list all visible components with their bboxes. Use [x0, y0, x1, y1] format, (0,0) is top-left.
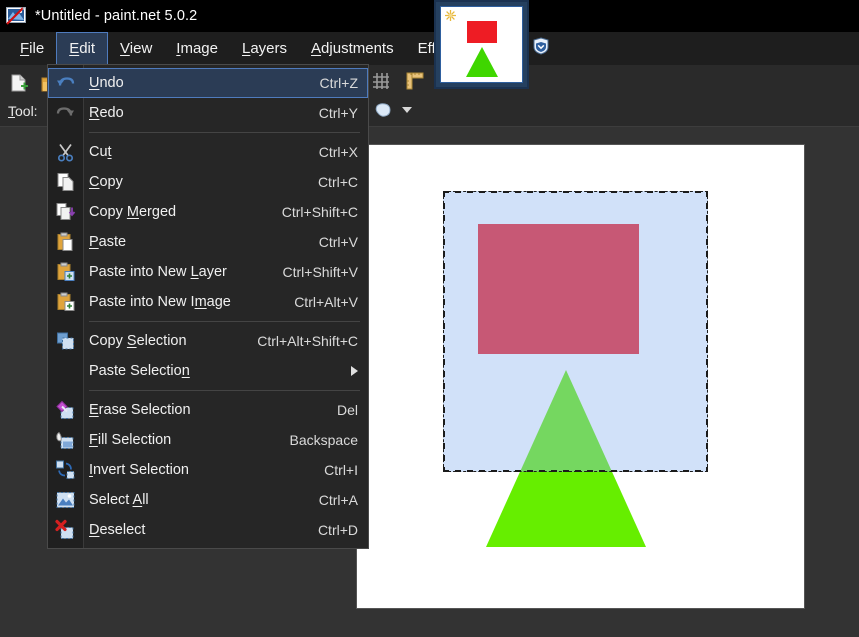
menu-item-fill-selection-label: Fill Selection [89, 432, 172, 448]
window-title: *Untitled - paint.net 5.0.2 [35, 8, 198, 24]
menubar-item-layers[interactable]: Layers [230, 32, 299, 65]
menu-item-erase-selection[interactable]: Erase Selection Del [48, 395, 368, 425]
menu-item-copy-selection-label: Copy Selection [89, 333, 187, 349]
edit-dropdown-menu[interactable]: Undo Ctrl+Z Redo Ctrl+Y Cut Ctrl+X Copy … [47, 64, 369, 549]
menu-item-cut[interactable]: Cut Ctrl+X [48, 137, 368, 167]
redo-icon [55, 103, 76, 124]
copy-icon [55, 172, 76, 193]
menu-item-copy-merged-label: Copy Merged [89, 204, 177, 220]
menu-item-paste-label: Paste [89, 234, 127, 250]
menu-item-redo-shortcut: Ctrl+Y [318, 105, 358, 121]
menu-item-erase-selection-label: Erase Selection [89, 402, 191, 418]
menubar-item-image[interactable]: Image [164, 32, 230, 65]
menu-item-paste-into-new-image[interactable]: Paste into New Image Ctrl+Alt+V [48, 287, 368, 317]
menu-item-paste-shortcut: Ctrl+V [318, 234, 358, 250]
menu-item-invert-selection-label: Invert Selection [89, 462, 189, 478]
menu-item-invert-selection[interactable]: Invert Selection Ctrl+I [48, 455, 368, 485]
menubar-item-file[interactable]: File [8, 32, 56, 65]
menu-item-fill-selection[interactable]: Fill Selection Backspace [48, 425, 368, 455]
paste-new-image-icon [55, 292, 76, 313]
paintnet-window: *Untitled - paint.net 5.0.2 File Edit Vi… [0, 0, 859, 637]
menu-item-copy-label: Copy [89, 174, 123, 190]
green-triangle-shape [486, 370, 646, 547]
copy-merged-icon [55, 202, 76, 223]
menu-item-paste[interactable]: Paste Ctrl+V [48, 227, 368, 257]
menu-item-cut-label: Cut [89, 144, 112, 160]
menubar-item-adjustments[interactable]: Adjustments [299, 32, 406, 65]
menu-item-cut-shortcut: Ctrl+X [318, 144, 358, 160]
toolbar-shape-group [372, 99, 412, 121]
menu-separator-1 [89, 132, 360, 133]
ruler-icon[interactable] [404, 70, 426, 92]
menu-bar: File Edit View Image Layers Adjustments … [0, 32, 859, 65]
thumbnail-preview [440, 6, 523, 83]
image-thumbnail-panel[interactable] [434, 0, 529, 89]
erase-selection-icon [55, 400, 76, 421]
menu-item-copy-selection[interactable]: Copy Selection Ctrl+Alt+Shift+C [48, 326, 368, 356]
new-file-icon[interactable] [8, 72, 30, 94]
menu-item-paste-into-new-layer-shortcut: Ctrl+Shift+V [282, 264, 358, 280]
cut-scissors-icon [55, 142, 76, 163]
chevron-down-icon[interactable] [402, 107, 412, 113]
thumbnail-green-triangle [466, 47, 498, 77]
menu-item-paste-selection[interactable]: Paste Selection [48, 356, 368, 386]
menu-separator-2 [89, 321, 360, 322]
menubar-item-view[interactable]: View [108, 32, 164, 65]
menu-item-undo[interactable]: Undo Ctrl+Z [48, 68, 368, 98]
menu-item-paste-into-new-image-shortcut: Ctrl+Alt+V [294, 294, 358, 310]
paste-new-layer-icon [55, 262, 76, 283]
menu-item-copy-selection-shortcut: Ctrl+Alt+Shift+C [257, 333, 358, 349]
shield-icon[interactable] [533, 37, 549, 55]
paintnet-icon [6, 7, 26, 25]
menu-item-copy-shortcut: Ctrl+C [317, 174, 358, 190]
menu-item-copy[interactable]: Copy Ctrl+C [48, 167, 368, 197]
menu-item-fill-selection-shortcut: Backspace [289, 432, 358, 448]
fill-selection-icon [55, 430, 76, 451]
menu-item-copy-merged[interactable]: Copy Merged Ctrl+Shift+C [48, 197, 368, 227]
menu-item-redo-label: Redo [89, 105, 124, 121]
menu-separator-3 [89, 390, 360, 391]
menu-item-paste-into-new-layer[interactable]: Paste into New Layer Ctrl+Shift+V [48, 257, 368, 287]
sparkle-icon [444, 9, 457, 22]
submenu-arrow-icon [351, 366, 358, 376]
copy-selection-icon [55, 331, 76, 352]
menu-item-deselect-shortcut: Ctrl+D [317, 522, 358, 538]
menu-item-redo[interactable]: Redo Ctrl+Y [48, 98, 368, 128]
menu-item-copy-merged-shortcut: Ctrl+Shift+C [281, 204, 358, 220]
menu-item-paste-into-new-image-label: Paste into New Image [89, 294, 231, 310]
red-rectangle-shape [478, 224, 639, 354]
select-all-icon [55, 490, 76, 511]
menu-item-deselect-label: Deselect [89, 522, 146, 538]
menu-item-paste-selection-label: Paste Selection [89, 363, 190, 379]
image-canvas[interactable] [357, 145, 804, 608]
menu-item-undo-label: Undo [89, 75, 124, 91]
tool-label: Tool: [8, 103, 38, 119]
menu-item-invert-selection-shortcut: Ctrl+I [324, 462, 358, 478]
invert-selection-icon [55, 460, 76, 481]
toolbar-view-icons [370, 70, 426, 92]
menu-item-select-all-shortcut: Ctrl+A [318, 492, 358, 508]
title-bar: *Untitled - paint.net 5.0.2 [0, 0, 859, 32]
menu-item-erase-selection-shortcut: Del [336, 402, 358, 418]
menu-item-deselect[interactable]: Deselect Ctrl+D [48, 515, 368, 545]
undo-icon [55, 73, 76, 94]
deselect-icon [55, 519, 76, 541]
menubar-item-edit[interactable]: Edit [56, 32, 109, 65]
shape-blob-icon[interactable] [372, 99, 394, 121]
paste-icon [55, 232, 76, 253]
thumbnail-red-rectangle [467, 21, 497, 43]
toolbar-row-bottom: Tool: [8, 99, 38, 123]
menu-item-undo-shortcut: Ctrl+Z [319, 75, 359, 91]
menu-item-select-all[interactable]: Select All Ctrl+A [48, 485, 368, 515]
grid-icon[interactable] [370, 70, 392, 92]
menu-item-select-all-label: Select All [89, 492, 149, 508]
menu-item-paste-into-new-layer-label: Paste into New Layer [89, 264, 227, 280]
